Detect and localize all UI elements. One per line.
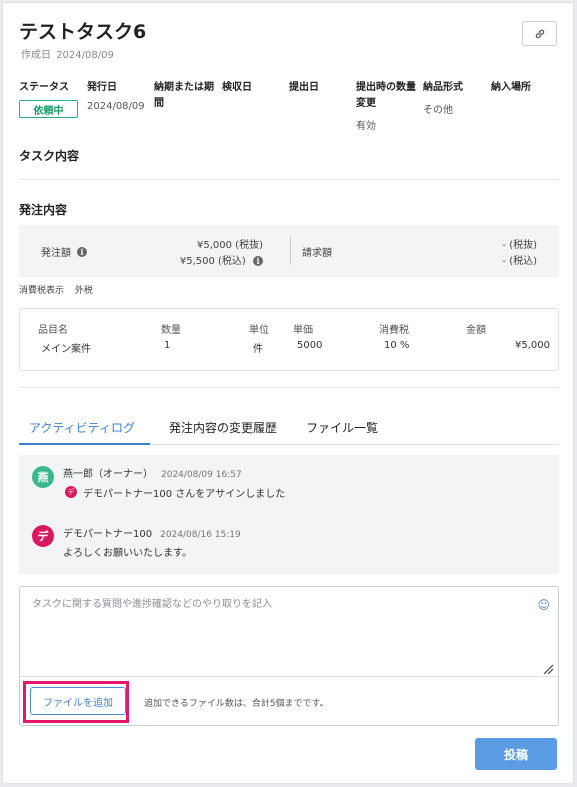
page-title: テストタスク6 xyxy=(19,21,147,43)
table-cell-price: 5000 xyxy=(297,340,323,351)
table-header-item: 品目名 xyxy=(38,325,68,336)
inspection-date-label: 検収日 xyxy=(222,82,252,93)
link-icon xyxy=(535,29,544,38)
submit-qty-label-line1: 提出時の数量 xyxy=(356,82,416,93)
comment-input[interactable] xyxy=(20,587,558,677)
order-amount-incl-text: ¥5,500 (税込) xyxy=(179,256,246,267)
delivery-place-label: 納入場所 xyxy=(491,82,531,93)
due-label-line1: 納期または期 xyxy=(154,82,214,93)
submit-qty-label-line2: 変更 xyxy=(356,98,376,109)
issue-date-label: 発行日 xyxy=(87,82,117,93)
activity-log: 燕 燕一郎（オーナー） 2024/08/09 16:57 デ デモパートナー100… xyxy=(19,455,559,574)
submit-qty-label: 提出時の数量 変更 xyxy=(356,80,416,112)
issue-date-value: 2024/08/09 xyxy=(87,101,145,112)
table-header-amount: 金額 xyxy=(466,325,486,336)
post-button[interactable]: 投稿 xyxy=(475,738,557,770)
log-message: よろしくお願いいたします。 xyxy=(63,548,192,559)
delivery-format-label: 納品形式 xyxy=(423,82,463,93)
tax-display-value: 外税 xyxy=(74,286,93,296)
due-label-line2: 間 xyxy=(154,98,164,109)
claim-amount-excl: - (税抜) xyxy=(502,240,537,251)
log-entry-header: デモパートナー100 2024/08/16 15:19 xyxy=(63,525,241,540)
file-limit-note: 追加できるファイル数は、合計5個までです。 xyxy=(144,699,329,709)
submit-date-label: 提出日 xyxy=(289,82,319,93)
status-label: ステータス xyxy=(19,82,69,93)
order-amount-label: 発注額 i xyxy=(41,244,87,259)
log-author: デモパートナー100 xyxy=(63,529,153,540)
order-summary: 発注額 i ¥5,000 (税抜) ¥5,500 (税込) i 請求額 - (税… xyxy=(19,225,559,277)
smile-icon[interactable]: ☺ xyxy=(537,598,550,612)
divider xyxy=(19,387,559,388)
divider xyxy=(19,179,559,180)
table-header-unit: 単位 xyxy=(249,325,269,336)
tax-display-label: 消費税表示 xyxy=(19,286,65,296)
tab-activity-log[interactable]: アクティビティログ xyxy=(19,419,150,445)
table-header-price: 単価 xyxy=(293,325,313,336)
order-amount-incl: ¥5,500 (税込) i xyxy=(180,252,263,267)
created-value: 2024/08/09 xyxy=(56,50,114,61)
table-header-tax: 消費税 xyxy=(379,325,409,336)
comment-composer: ☺ ファイルを追加 追加できるファイル数は、合計5個までです。 xyxy=(19,586,559,726)
log-author: 燕一郎（オーナー） xyxy=(63,469,153,480)
info-icon[interactable]: i xyxy=(253,256,263,266)
add-file-button[interactable]: ファイルを追加 xyxy=(30,687,126,715)
claim-amount-label: 請求額 xyxy=(302,248,332,259)
created-label: 作成日 xyxy=(21,50,51,61)
order-content-heading: 発注内容 xyxy=(19,203,68,217)
table-cell-qty: 1 xyxy=(164,340,171,351)
items-table: 品目名 数量 単位 単価 消費税 金額 メイン案件 1 件 5000 10 % … xyxy=(19,308,559,371)
table-cell-amount: ¥5,000 xyxy=(515,340,550,351)
info-icon[interactable]: i xyxy=(77,246,87,257)
avatar: デ xyxy=(32,525,54,547)
log-time: 2024/08/09 16:57 xyxy=(161,470,242,480)
status-badge: 依頼中 xyxy=(19,100,78,118)
resize-handle-icon[interactable] xyxy=(542,663,554,675)
task-content-heading: タスク内容 xyxy=(19,149,80,163)
due-label: 納期または期 間 xyxy=(154,80,214,112)
table-header-qty: 数量 xyxy=(161,325,181,336)
tab-file-list[interactable]: ファイル一覧 xyxy=(306,419,378,445)
avatar-small: デ xyxy=(65,486,77,498)
delivery-format-value: その他 xyxy=(423,105,453,116)
avatar: 燕 xyxy=(32,466,54,488)
log-time: 2024/08/16 15:19 xyxy=(160,530,241,540)
table-cell-item: メイン案件 xyxy=(41,344,91,355)
task-detail-card: テストタスク6 作成日 2024/08/09 ステータス 依頼中 発行日 202… xyxy=(2,2,574,784)
log-entry-header: 燕一郎（オーナー） 2024/08/09 16:57 xyxy=(63,465,242,480)
tax-display: 消費税表示 外税 xyxy=(19,283,93,296)
claim-amount-incl: - (税込) xyxy=(502,256,537,267)
tab-bar: アクティビティログ 発注内容の変更履歴 ファイル一覧 xyxy=(19,413,559,445)
log-message: デモパートナー100 さんをアサインしました xyxy=(83,489,286,500)
order-amount-excl: ¥5,000 (税抜) xyxy=(197,240,263,251)
tab-order-change-history[interactable]: 発注内容の変更履歴 xyxy=(169,419,277,445)
copy-link-button[interactable] xyxy=(522,21,557,46)
order-amount-label-text: 発注額 xyxy=(41,248,71,259)
table-cell-tax: 10 % xyxy=(384,340,410,351)
created-date: 作成日 2024/08/09 xyxy=(19,46,114,61)
submit-qty-value: 有効 xyxy=(356,121,376,132)
table-cell-unit: 件 xyxy=(253,344,263,355)
vertical-divider xyxy=(290,237,291,265)
